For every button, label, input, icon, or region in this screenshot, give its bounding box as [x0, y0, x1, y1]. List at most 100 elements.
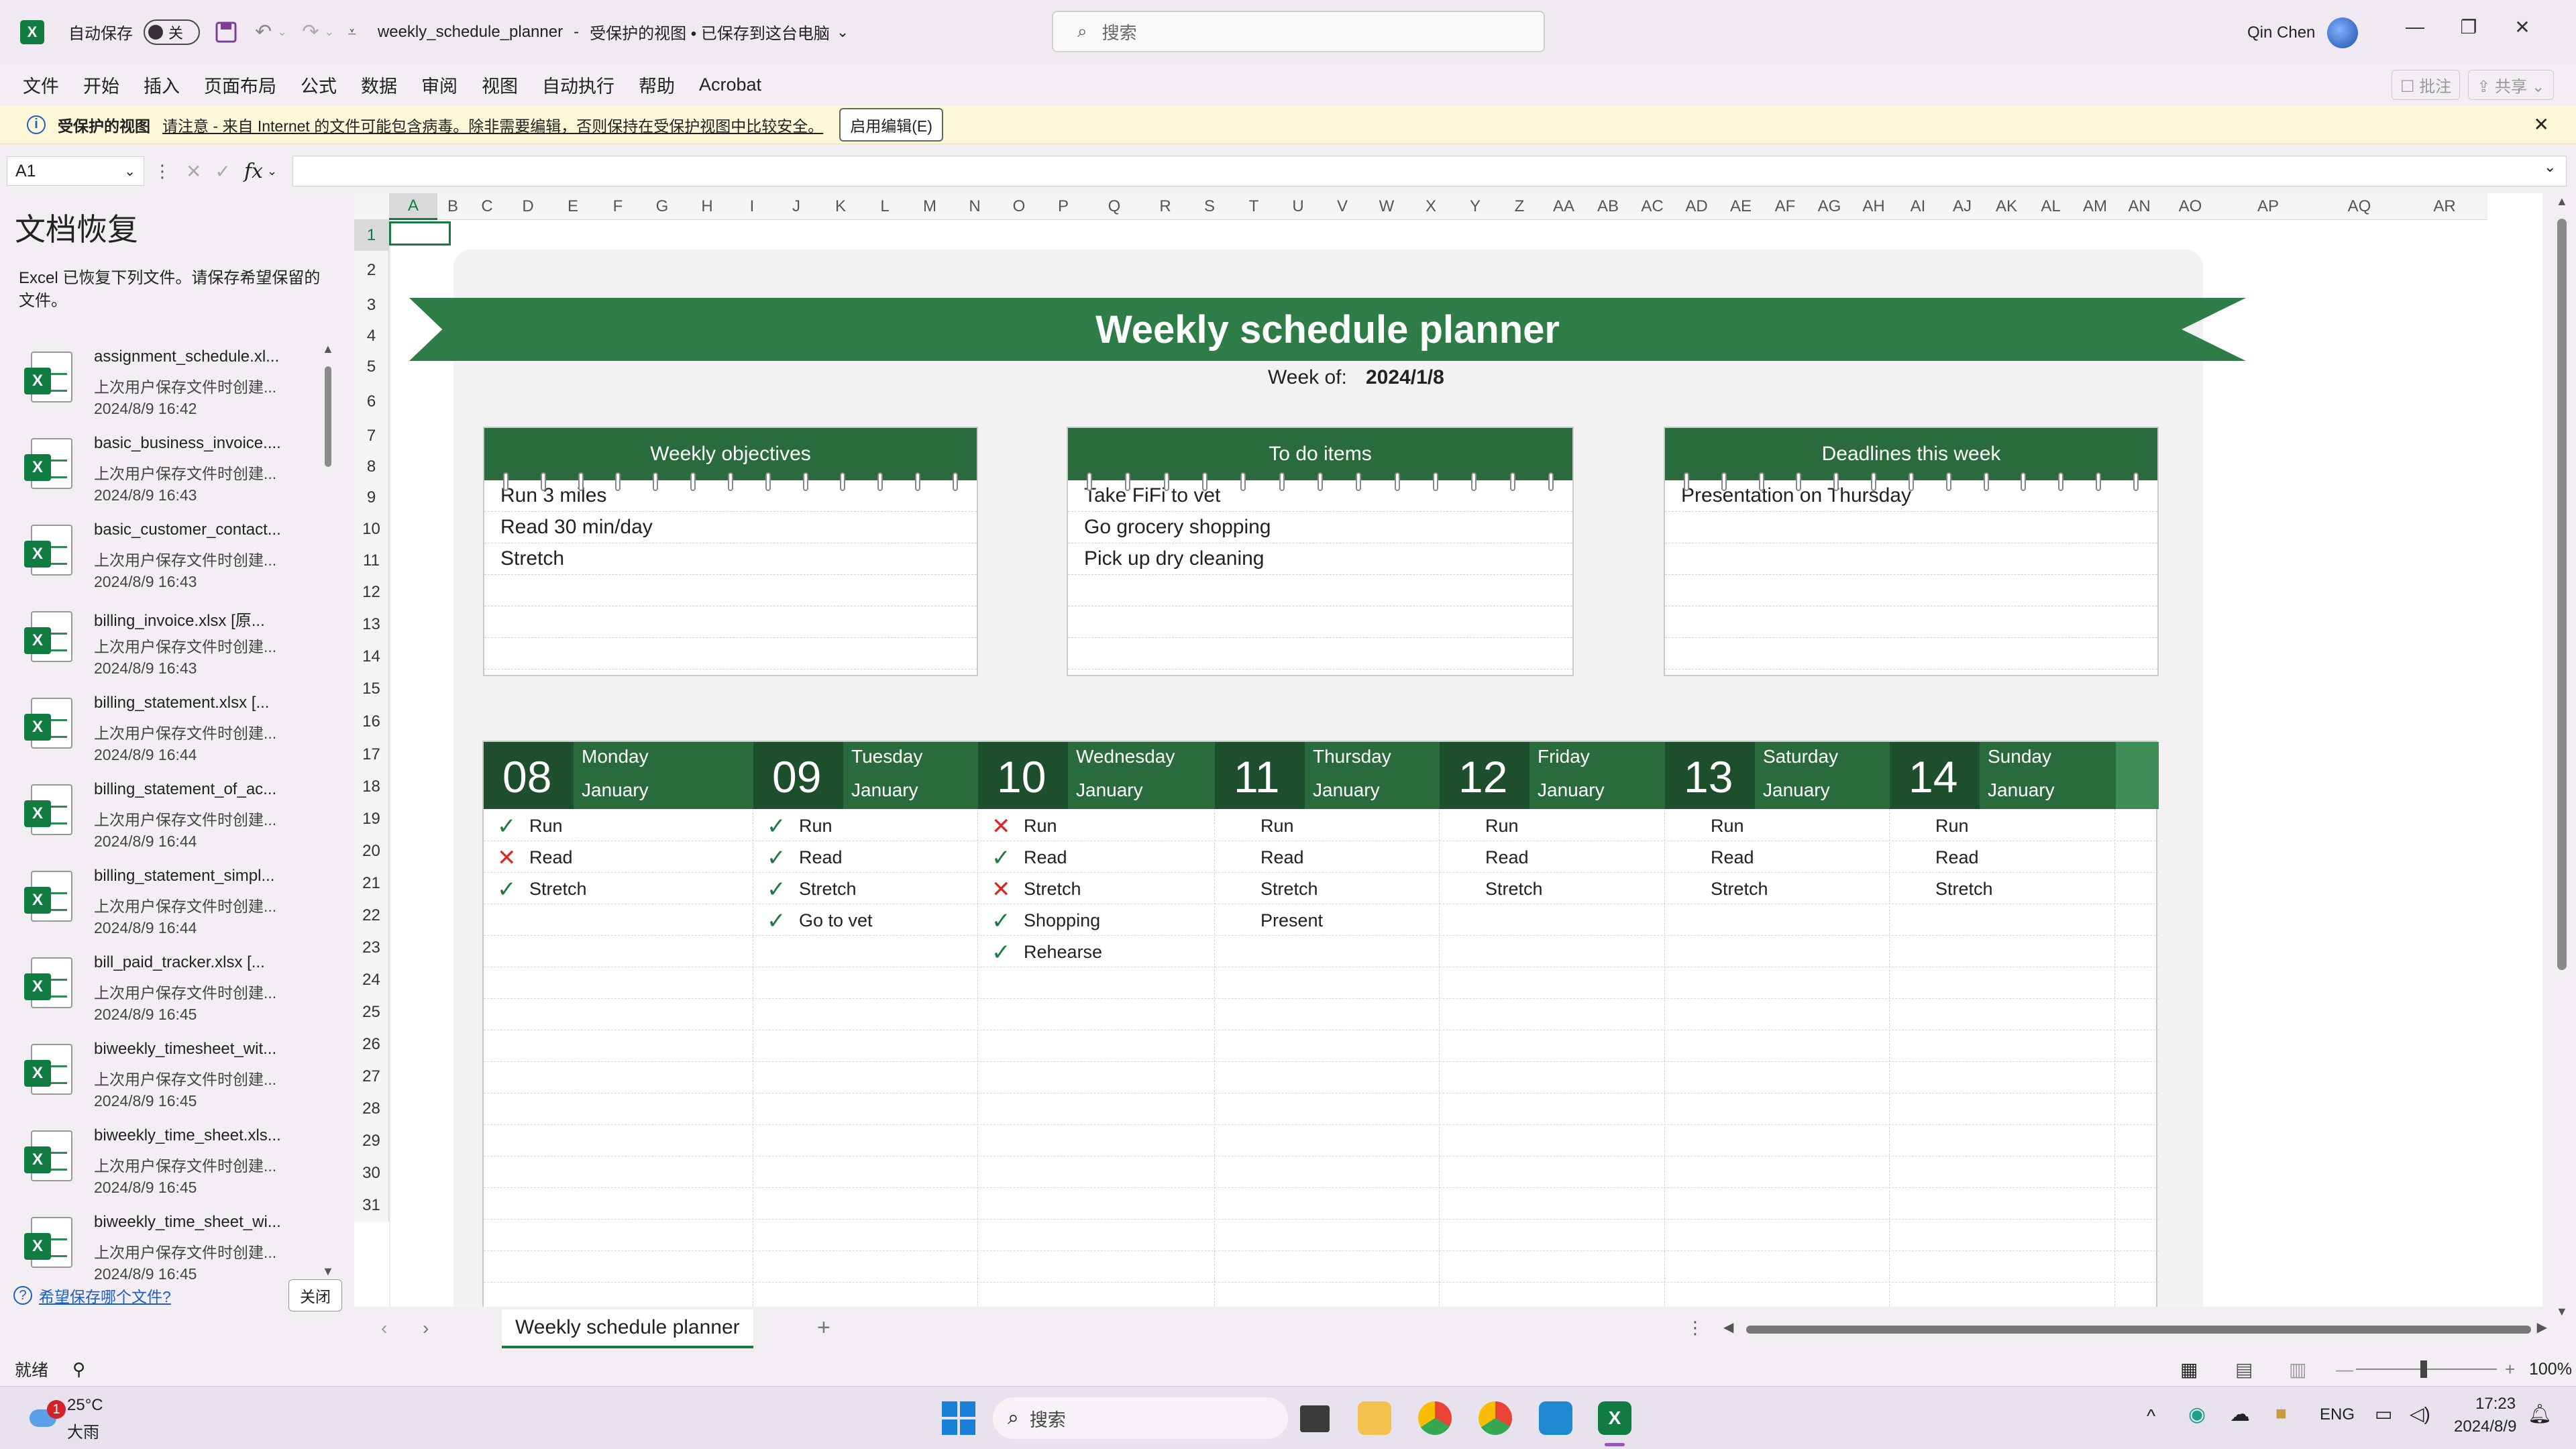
- clock-time[interactable]: 17:23: [2475, 1395, 2516, 1413]
- redo-dropdown-icon[interactable]: ⌄: [324, 25, 334, 39]
- column-header[interactable]: AC: [1630, 193, 1674, 220]
- select-all-corner[interactable]: [354, 193, 389, 220]
- card-item[interactable]: [484, 575, 977, 606]
- avatar[interactable]: [2327, 17, 2359, 48]
- column-header[interactable]: W: [1364, 193, 1409, 220]
- name-box[interactable]: A1 ⌄: [7, 156, 144, 186]
- next-sheet-icon[interactable]: ›: [423, 1318, 429, 1339]
- day-task[interactable]: ✕ Stretch: [991, 873, 1081, 905]
- day-task[interactable]: Run: [1228, 810, 1294, 842]
- recovery-file-item[interactable]: Xbasic_customer_contact... 上次用户保存文件时创建...…: [0, 514, 322, 600]
- menu-help[interactable]: 帮助: [639, 72, 675, 98]
- day-task[interactable]: Read: [1228, 842, 1304, 873]
- column-header[interactable]: AJ: [1940, 193, 1984, 220]
- chevron-down-icon[interactable]: ⌄: [837, 23, 849, 41]
- column-header[interactable]: AD: [1674, 193, 1719, 220]
- file-explorer-icon[interactable]: [1358, 1401, 1391, 1435]
- minimize-icon[interactable]: —: [2388, 16, 2442, 38]
- row-header[interactable]: 15: [354, 673, 389, 705]
- prev-sheet-icon[interactable]: ‹: [381, 1318, 387, 1339]
- day-task[interactable]: ✓ Go to vet: [767, 905, 873, 936]
- zoom-in-icon[interactable]: +: [2505, 1359, 2515, 1380]
- row-header[interactable]: 16: [354, 705, 389, 739]
- card-item[interactable]: Read 30 min/day: [484, 512, 977, 543]
- accessibility-icon[interactable]: ⚲: [72, 1359, 85, 1380]
- card-item[interactable]: [1068, 606, 1572, 638]
- card-item[interactable]: [1068, 575, 1572, 606]
- recovery-file-item[interactable]: Xbiweekly_time_sheet.xls... 上次用户保存文件时创建..…: [0, 1120, 322, 1206]
- row-header[interactable]: 22: [354, 900, 389, 932]
- column-header[interactable]: AA: [1542, 193, 1586, 220]
- row-header[interactable]: 24: [354, 964, 389, 996]
- row-header[interactable]: 9: [354, 482, 389, 513]
- column-header[interactable]: C: [468, 193, 506, 220]
- column-header[interactable]: D: [506, 193, 550, 220]
- sheet-tab-weekly-schedule[interactable]: Weekly schedule planner: [502, 1309, 753, 1348]
- row-header[interactable]: 21: [354, 867, 389, 900]
- row-header[interactable]: 2: [354, 251, 389, 290]
- row-header[interactable]: 8: [354, 451, 389, 482]
- column-header[interactable]: A: [389, 193, 437, 220]
- card-item[interactable]: Stretch: [484, 543, 977, 575]
- column-header[interactable]: AN: [2117, 193, 2161, 220]
- row-header[interactable]: 28: [354, 1093, 389, 1125]
- column-header[interactable]: AF: [1763, 193, 1807, 220]
- column-header[interactable]: AR: [2402, 193, 2487, 220]
- column-header[interactable]: Y: [1453, 193, 1497, 220]
- row-header[interactable]: 14: [354, 641, 389, 673]
- day-task[interactable]: ✓ Read: [991, 842, 1067, 873]
- day-task[interactable]: ✓ Read: [767, 842, 843, 873]
- tray-overflow-icon[interactable]: ^: [2147, 1405, 2155, 1427]
- column-header[interactable]: X: [1409, 193, 1453, 220]
- menu-acrobat[interactable]: Acrobat: [699, 74, 761, 95]
- column-header[interactable]: AG: [1807, 193, 1851, 220]
- card-item[interactable]: [1665, 575, 2157, 606]
- day-task[interactable]: ✕ Read: [497, 842, 573, 873]
- menu-insert[interactable]: 插入: [144, 72, 180, 98]
- tray-app-icon[interactable]: ■: [2275, 1403, 2287, 1424]
- recovery-file-item[interactable]: Xbilling_invoice.xlsx [原... 上次用户保存文件时创建..…: [0, 600, 322, 687]
- menu-view[interactable]: 视图: [482, 72, 518, 98]
- card-item[interactable]: [1665, 606, 2157, 638]
- column-header[interactable]: T: [1232, 193, 1276, 220]
- week-of-value[interactable]: 2024/1/8: [1366, 366, 1444, 389]
- undo-dropdown-icon[interactable]: ⌄: [277, 25, 287, 39]
- row-header[interactable]: 6: [354, 382, 389, 421]
- column-header[interactable]: U: [1276, 193, 1320, 220]
- day-task[interactable]: ✓ Stretch: [767, 873, 857, 905]
- day-task[interactable]: Present: [1228, 905, 1323, 936]
- column-header[interactable]: I: [730, 193, 774, 220]
- row-header[interactable]: 23: [354, 932, 389, 964]
- which-file-link[interactable]: 希望保存哪个文件?: [39, 1284, 171, 1307]
- notification-bell-icon[interactable]: 🔔︎: [2528, 1403, 2552, 1425]
- column-header[interactable]: AM: [2073, 193, 2117, 220]
- day-task[interactable]: ✓ Rehearse: [991, 936, 1102, 968]
- redo-icon[interactable]: ↷: [302, 20, 319, 44]
- day-task[interactable]: Read: [1678, 842, 1754, 873]
- row-header[interactable]: 27: [354, 1061, 389, 1093]
- menu-file[interactable]: 文件: [23, 72, 59, 98]
- card-item[interactable]: [1665, 512, 2157, 543]
- row-header[interactable]: 3: [354, 290, 389, 321]
- more-options-icon[interactable]: ⋮: [154, 161, 171, 182]
- more-sheets-icon[interactable]: ⋮: [1686, 1318, 1704, 1338]
- chrome-icon[interactable]: [1418, 1401, 1452, 1435]
- column-header[interactable]: O: [997, 193, 1041, 220]
- volume-icon[interactable]: ◁): [2410, 1403, 2430, 1425]
- add-sheet-icon[interactable]: +: [817, 1315, 830, 1341]
- vscode-icon[interactable]: [1539, 1401, 1572, 1435]
- column-header[interactable]: F: [596, 193, 640, 220]
- document-status[interactable]: 受保护的视图 • 已保存到这台电脑: [590, 20, 830, 44]
- row-header[interactable]: 31: [354, 1189, 389, 1222]
- close-icon[interactable]: ✕: [2496, 16, 2549, 38]
- search-box[interactable]: ⌕ 搜索: [1052, 11, 1545, 52]
- column-header[interactable]: AB: [1586, 193, 1630, 220]
- column-header[interactable]: V: [1320, 193, 1364, 220]
- card-item[interactable]: [1665, 543, 2157, 575]
- recovery-file-item[interactable]: Xbilling_statement_simpl... 上次用户保存文件时创建..…: [0, 860, 322, 947]
- row-header[interactable]: 13: [354, 608, 389, 641]
- autosave-toggle[interactable]: 关: [144, 19, 200, 45]
- day-task[interactable]: Read: [1903, 842, 1979, 873]
- horizontal-scrollbar[interactable]: ◀ ▶: [1719, 1320, 2551, 1335]
- day-task[interactable]: Run: [1678, 810, 1744, 842]
